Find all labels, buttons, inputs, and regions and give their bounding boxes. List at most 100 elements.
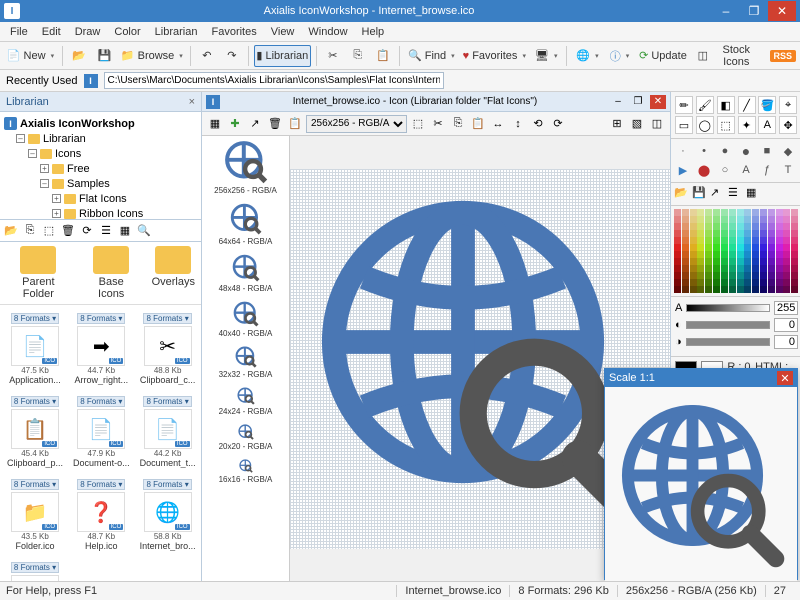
- palette-color[interactable]: [760, 258, 767, 265]
- doc-tool-icon[interactable]: ▦: [206, 115, 224, 133]
- palette-color[interactable]: [682, 223, 689, 230]
- size-item[interactable]: 48x48 - RGB/A: [204, 254, 287, 293]
- select-tool-icon[interactable]: ⬚: [717, 116, 735, 134]
- palette-color[interactable]: [752, 223, 759, 230]
- brush-size-icon[interactable]: ■: [759, 143, 775, 159]
- palette-color[interactable]: [697, 237, 704, 244]
- palette-color[interactable]: [729, 272, 736, 279]
- palette-color[interactable]: [752, 230, 759, 237]
- palette-color[interactable]: [729, 279, 736, 286]
- palette-color[interactable]: [721, 216, 728, 223]
- rect-tool-icon[interactable]: ▭: [675, 116, 693, 134]
- info-button[interactable]: ⓘ: [606, 45, 634, 67]
- palette-color[interactable]: [682, 258, 689, 265]
- palette-color[interactable]: [682, 237, 689, 244]
- palette-color[interactable]: [768, 286, 775, 293]
- palette-color[interactable]: [690, 216, 697, 223]
- palette-color[interactable]: [713, 230, 720, 237]
- palette-color[interactable]: [791, 265, 798, 272]
- tree-node[interactable]: Icons: [55, 148, 81, 160]
- palette-color[interactable]: [760, 209, 767, 216]
- palette-color[interactable]: [752, 216, 759, 223]
- brush-size-icon[interactable]: ●: [717, 143, 733, 159]
- file-item[interactable]: 8 Formats ▾🗂ICO43.7 Kb: [4, 558, 66, 581]
- pal-tool-icon[interactable]: ▦: [746, 186, 762, 202]
- palette-color[interactable]: [713, 223, 720, 230]
- palette-color[interactable]: [744, 209, 751, 216]
- color-palette[interactable]: [671, 206, 800, 297]
- menu-color[interactable]: Color: [108, 24, 146, 40]
- palette-color[interactable]: [713, 216, 720, 223]
- palette-color[interactable]: [776, 279, 783, 286]
- palette-color[interactable]: [737, 244, 744, 251]
- palette-color[interactable]: [737, 216, 744, 223]
- size-item[interactable]: 40x40 - RGB/A: [204, 301, 287, 338]
- palette-color[interactable]: [682, 251, 689, 258]
- palette-color[interactable]: [783, 279, 790, 286]
- palette-color[interactable]: [705, 209, 712, 216]
- palette-color[interactable]: [760, 230, 767, 237]
- folder-item[interactable]: Base Icons: [85, 246, 138, 300]
- palette-color[interactable]: [682, 286, 689, 293]
- doc-tool-icon[interactable]: ⟲: [529, 115, 547, 133]
- palette-color[interactable]: [744, 279, 751, 286]
- palette-color[interactable]: [791, 286, 798, 293]
- palette-color[interactable]: [783, 251, 790, 258]
- alpha-value[interactable]: 255: [774, 301, 798, 315]
- doc-tool-icon[interactable]: ↕: [509, 115, 527, 133]
- palette-color[interactable]: [791, 272, 798, 279]
- palette-color[interactable]: [791, 223, 798, 230]
- maximize-button[interactable]: ❐: [740, 1, 768, 21]
- preview-titlebar[interactable]: Scale 1:1 ✕: [605, 369, 797, 387]
- palette-color[interactable]: [768, 230, 775, 237]
- size-item[interactable]: 24x24 - RGB/A: [204, 387, 287, 416]
- palette-color[interactable]: [776, 230, 783, 237]
- palette-color[interactable]: [713, 286, 720, 293]
- palette-color[interactable]: [682, 244, 689, 251]
- palette-color[interactable]: [783, 244, 790, 251]
- palette-color[interactable]: [729, 223, 736, 230]
- palette-color[interactable]: [690, 244, 697, 251]
- palette-color[interactable]: [760, 223, 767, 230]
- doc-tool-icon[interactable]: ▧: [628, 115, 646, 133]
- palette-color[interactable]: [744, 265, 751, 272]
- palette-color[interactable]: [768, 279, 775, 286]
- doc-tool-icon[interactable]: 📋: [469, 115, 487, 133]
- palette-color[interactable]: [705, 223, 712, 230]
- palette-color[interactable]: [705, 244, 712, 251]
- picker-tool-icon[interactable]: ⌖: [779, 96, 797, 114]
- pal-tool-icon[interactable]: 📂: [674, 186, 690, 202]
- palette-color[interactable]: [791, 209, 798, 216]
- size-item[interactable]: 20x20 - RGB/A: [204, 424, 287, 451]
- palette-color[interactable]: [721, 209, 728, 216]
- palette-color[interactable]: [674, 258, 681, 265]
- palette-color[interactable]: [791, 216, 798, 223]
- palette-color[interactable]: [705, 286, 712, 293]
- pal-tool-icon[interactable]: 💾: [692, 186, 708, 202]
- palette-color[interactable]: [752, 286, 759, 293]
- palette-color[interactable]: [783, 272, 790, 279]
- palette-color[interactable]: [768, 216, 775, 223]
- palette-color[interactable]: [776, 258, 783, 265]
- palette-color[interactable]: [674, 230, 681, 237]
- palette-color[interactable]: [729, 216, 736, 223]
- palette-color[interactable]: [783, 286, 790, 293]
- display-button[interactable]: 🖥: [531, 45, 561, 67]
- palette-color[interactable]: [791, 237, 798, 244]
- redo-button[interactable]: ↷: [221, 45, 243, 67]
- palette-color[interactable]: [744, 244, 751, 251]
- palette-color[interactable]: [752, 251, 759, 258]
- palette-color[interactable]: [783, 223, 790, 230]
- palette-color[interactable]: [721, 258, 728, 265]
- update-button[interactable]: ⟳ Update: [636, 45, 689, 67]
- doc-tool-icon[interactable]: ↗: [246, 115, 264, 133]
- palette-color[interactable]: [737, 279, 744, 286]
- pencil-tool-icon[interactable]: ✏: [675, 96, 693, 114]
- menu-draw[interactable]: Draw: [69, 24, 107, 40]
- palette-color[interactable]: [760, 244, 767, 251]
- palette-color[interactable]: [721, 237, 728, 244]
- palette-color[interactable]: [744, 258, 751, 265]
- palette-color[interactable]: [705, 258, 712, 265]
- file-item[interactable]: 8 Formats ▾❓ICO48.7 KbHelp.ico: [70, 475, 133, 554]
- ellipse-tool-icon[interactable]: ◯: [696, 116, 714, 134]
